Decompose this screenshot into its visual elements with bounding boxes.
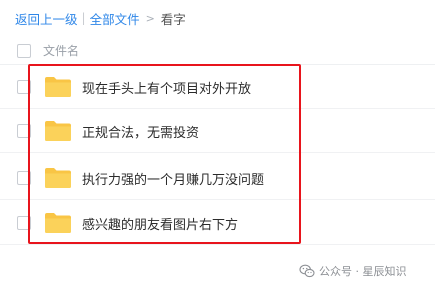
watermark-text: 公众号 · 星辰知识 bbox=[319, 265, 407, 278]
breadcrumb-separator: | bbox=[81, 11, 86, 25]
all-files-link[interactable]: 全部文件 bbox=[90, 9, 140, 28]
file-browser: 返回上一级 | 全部文件 > 看字 文件名 现在手头上有个项目对外开放 正规合法… bbox=[0, 0, 435, 288]
row-checkbox[interactable] bbox=[17, 80, 31, 94]
row-divider bbox=[0, 244, 435, 245]
wechat-icon bbox=[299, 264, 315, 278]
row-checkbox[interactable] bbox=[17, 216, 31, 230]
file-name[interactable]: 执行力强的一个月赚几万没问题 bbox=[82, 169, 264, 188]
row-divider bbox=[0, 152, 435, 153]
breadcrumb: 返回上一级 | 全部文件 > 看字 bbox=[15, 9, 186, 27]
table-header: 文件名 bbox=[0, 38, 435, 63]
table-row[interactable]: 现在手头上有个项目对外开放 bbox=[0, 65, 435, 109]
table-row[interactable]: 感兴趣的朋友看图片右下方 bbox=[0, 201, 435, 245]
select-all-checkbox[interactable] bbox=[17, 43, 31, 58]
breadcrumb-current: 看字 bbox=[160, 11, 186, 27]
table-row[interactable]: 正规合法，无需投资 bbox=[0, 109, 435, 153]
folder-icon bbox=[45, 213, 71, 233]
folder-icon bbox=[45, 77, 71, 97]
back-link[interactable]: 返回上一级 bbox=[15, 9, 78, 28]
folder-icon bbox=[45, 168, 71, 188]
file-name[interactable]: 正规合法，无需投资 bbox=[82, 122, 199, 141]
file-name[interactable]: 感兴趣的朋友看图片右下方 bbox=[82, 214, 238, 233]
table-row[interactable]: 执行力强的一个月赚几万没问题 bbox=[0, 156, 435, 200]
watermark: 公众号 · 星辰知识 bbox=[299, 263, 407, 279]
row-checkbox[interactable] bbox=[17, 124, 31, 138]
breadcrumb-arrow: > bbox=[145, 11, 155, 25]
folder-icon bbox=[45, 121, 71, 141]
row-checkbox[interactable] bbox=[17, 171, 31, 185]
row-divider bbox=[0, 199, 435, 200]
file-name[interactable]: 现在手头上有个项目对外开放 bbox=[82, 78, 251, 97]
column-header-name[interactable]: 文件名 bbox=[43, 42, 79, 59]
